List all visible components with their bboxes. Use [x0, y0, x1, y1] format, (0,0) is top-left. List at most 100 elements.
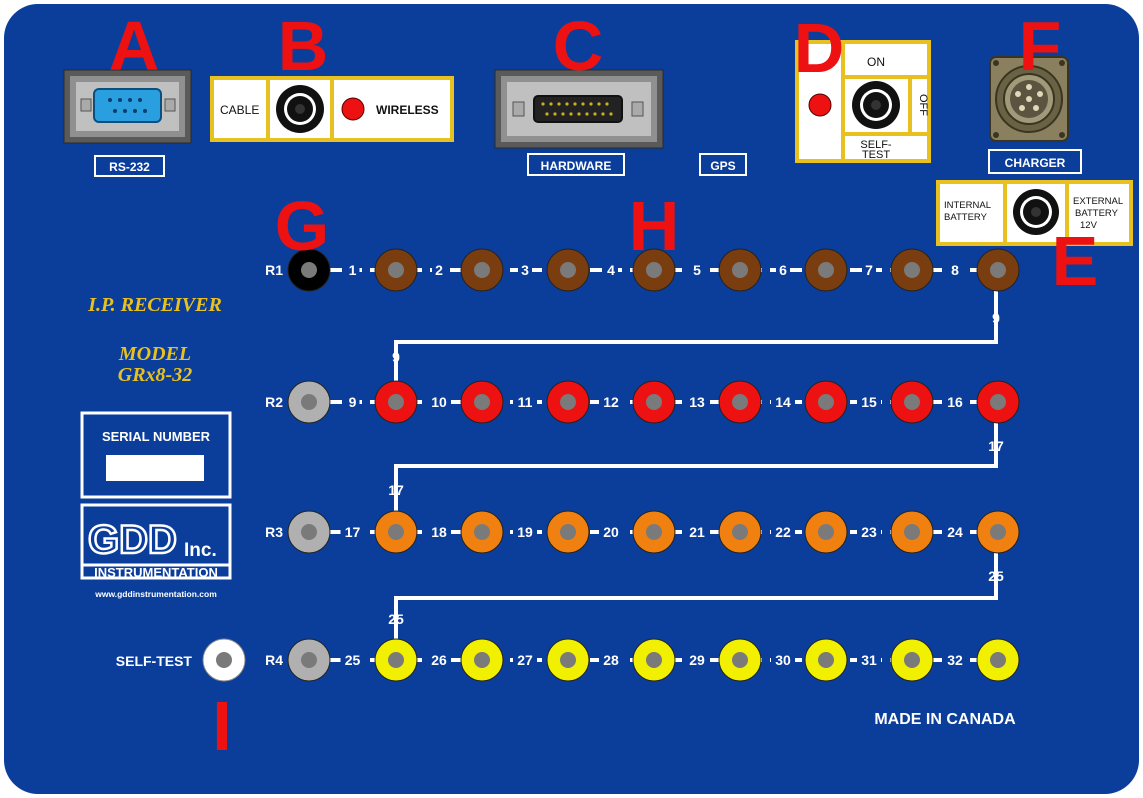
receiver-panel: RS-232 A CABLE WIRELESS B HARDWARE GPS C… — [4, 4, 1139, 794]
marker-c: C — [553, 7, 604, 85]
channel-label-27: 27 — [517, 652, 533, 668]
ref-jack-r3[interactable] — [287, 510, 331, 554]
ref-label: R2 — [265, 394, 283, 410]
on-label: ON — [867, 55, 885, 69]
serial-number-field — [106, 455, 204, 481]
serial-number-label: SERIAL NUMBER — [102, 429, 211, 444]
channel-label-6: 6 — [779, 262, 787, 278]
marker-d: D — [794, 9, 845, 87]
internal-battery-label-line1: INTERNAL — [944, 200, 991, 211]
channel-label-28: 28 — [603, 652, 619, 668]
ref-label: R3 — [265, 524, 283, 540]
channel-jack-27[interactable] — [546, 638, 590, 682]
channel-jack-10[interactable] — [460, 380, 504, 424]
channel-label-15: 15 — [861, 394, 877, 410]
channel-jack-16[interactable] — [976, 380, 1020, 424]
channel-jack-30[interactable] — [804, 638, 848, 682]
channel-label-24: 24 — [947, 524, 963, 540]
channel-jack-22[interactable] — [804, 510, 848, 554]
link-3-bottom-label: 25 — [388, 611, 404, 627]
channel-label-18: 18 — [431, 524, 447, 540]
channel-jack-7[interactable] — [890, 248, 934, 292]
self-test-jack-label: SELF-TEST — [116, 653, 193, 669]
power-knob[interactable] — [852, 81, 900, 129]
channel-jack-13[interactable] — [718, 380, 762, 424]
channel-label-23: 23 — [861, 524, 877, 540]
channel-label-2: 2 — [435, 262, 443, 278]
channel-label-21: 21 — [689, 524, 705, 540]
channel-label-25: 25 — [345, 652, 361, 668]
internal-battery-label-line2: BATTERY — [944, 212, 988, 223]
channel-label-29: 29 — [689, 652, 705, 668]
channel-jack-8[interactable] — [976, 248, 1020, 292]
channel-label-1: 1 — [349, 262, 357, 278]
channel-jack-29[interactable] — [718, 638, 762, 682]
channel-label-32: 32 — [947, 652, 963, 668]
channel-label-3: 3 — [521, 262, 529, 278]
channel-jack-25[interactable] — [374, 638, 418, 682]
channel-jack-20[interactable] — [632, 510, 676, 554]
logo-instrumentation-text: INSTRUMENTATION — [94, 565, 218, 580]
marker-a: A — [109, 7, 160, 85]
channel-jack-23[interactable] — [890, 510, 934, 554]
gps-label: GPS — [710, 159, 735, 173]
channel-jack-3[interactable] — [546, 248, 590, 292]
cable-label: CABLE — [220, 103, 259, 117]
channel-label-16: 16 — [947, 394, 963, 410]
hardware-label: HARDWARE — [541, 159, 612, 173]
self-test-label-line2: TEST — [862, 149, 890, 161]
channel-jack-31[interactable] — [890, 638, 934, 682]
channel-label-11: 11 — [518, 394, 533, 410]
channel-jack-17[interactable] — [374, 510, 418, 554]
rs232-label: RS-232 — [109, 160, 150, 174]
channel-jack-15[interactable] — [890, 380, 934, 424]
logo-gdd-text: GDD — [88, 518, 177, 562]
power-led — [808, 93, 832, 117]
charger-label: CHARGER — [1005, 156, 1066, 170]
external-battery-label-line2: BATTERY — [1075, 208, 1119, 219]
channel-label-19: 19 — [517, 524, 533, 540]
channel-jack-2[interactable] — [460, 248, 504, 292]
channel-label-10: 10 — [431, 394, 447, 410]
channel-jack-11[interactable] — [546, 380, 590, 424]
channel-jack-21[interactable] — [718, 510, 762, 554]
marker-g: G — [275, 187, 329, 265]
channel-label-31: 31 — [861, 652, 877, 668]
channel-jack-19[interactable] — [546, 510, 590, 554]
link-2-top-label: 17 — [988, 438, 1004, 454]
ref-jack-r2[interactable] — [287, 380, 331, 424]
self-test-jack[interactable] — [202, 638, 246, 682]
channel-jack-5[interactable] — [718, 248, 762, 292]
marker-e: E — [1052, 222, 1099, 300]
channel-label-17: 17 — [345, 524, 361, 540]
wireless-led — [341, 97, 365, 121]
channel-label-13: 13 — [689, 394, 705, 410]
marker-b: B — [278, 7, 329, 85]
link-1-top-label: 9 — [992, 310, 1000, 326]
channel-label-20: 20 — [603, 524, 619, 540]
channel-jack-14[interactable] — [804, 380, 848, 424]
channel-jack-24[interactable] — [976, 510, 1020, 554]
link-2-bottom-label: 17 — [388, 482, 404, 498]
marker-i: I — [212, 687, 231, 765]
marker-f: F — [1019, 7, 1062, 85]
link-3-top-label: 25 — [988, 568, 1004, 584]
cable-wireless-knob[interactable] — [276, 85, 324, 133]
channel-label-9: 9 — [349, 394, 357, 410]
logo-inc-text: Inc. — [184, 540, 217, 561]
ref-label: R4 — [265, 652, 283, 668]
channel-jack-9[interactable] — [374, 380, 418, 424]
channel-jack-18[interactable] — [460, 510, 504, 554]
ref-jack-r4[interactable] — [287, 638, 331, 682]
channel-jack-1[interactable] — [374, 248, 418, 292]
channel-label-14: 14 — [775, 394, 791, 410]
channel-jack-12[interactable] — [632, 380, 676, 424]
channel-jack-6[interactable] — [804, 248, 848, 292]
channel-label-7: 7 — [865, 262, 873, 278]
external-battery-label-line1: EXTERNAL — [1073, 196, 1123, 207]
channel-label-22: 22 — [775, 524, 791, 540]
channel-jack-32[interactable] — [976, 638, 1020, 682]
channel-label-4: 4 — [607, 262, 615, 278]
channel-jack-28[interactable] — [632, 638, 676, 682]
channel-jack-26[interactable] — [460, 638, 504, 682]
